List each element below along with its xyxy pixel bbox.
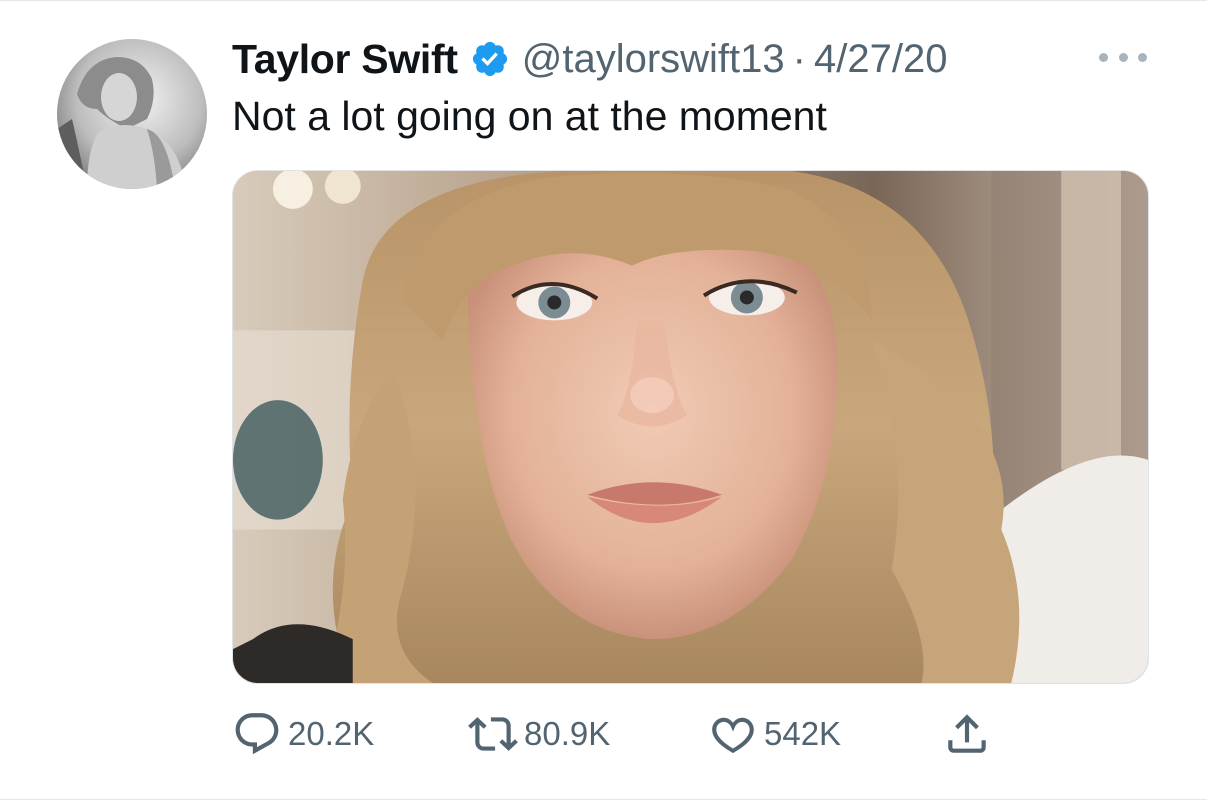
- heart-icon: [712, 717, 754, 754]
- share-button[interactable]: [942, 709, 992, 759]
- tweet-actions: 20.2K 80.9K 542K: [232, 709, 1012, 759]
- avatar-image: [57, 39, 207, 189]
- retweet-count: 80.9K: [524, 715, 611, 752]
- reply-icon: [235, 713, 279, 755]
- tweet-text: Not a lot going on at the moment: [232, 93, 827, 139]
- like-button[interactable]: 542K: [708, 709, 841, 759]
- reply-button[interactable]: 20.2K: [232, 709, 374, 759]
- retweet-button[interactable]: 80.9K: [468, 709, 610, 759]
- retweet-icon: [468, 717, 518, 751]
- like-count: 542K: [764, 715, 842, 752]
- tweet-photo[interactable]: [232, 170, 1149, 684]
- tweet-card[interactable]: Taylor Swift @taylorswift13 · 4/27/20 No…: [0, 0, 1207, 800]
- share-icon: [948, 714, 986, 753]
- tweet-header: Taylor Swift @taylorswift13 · 4/27/20: [232, 35, 947, 83]
- meta-separator: ·: [792, 36, 806, 81]
- author-name[interactable]: Taylor Swift: [232, 36, 458, 83]
- tweet-date[interactable]: 4/27/20: [814, 37, 947, 82]
- more-options-icon[interactable]: [1099, 45, 1147, 69]
- avatar[interactable]: [57, 39, 207, 189]
- author-handle[interactable]: @taylorswift13: [522, 37, 785, 82]
- photo-image: [233, 171, 1148, 683]
- reply-count: 20.2K: [288, 715, 375, 752]
- verified-badge-icon: [470, 39, 510, 79]
